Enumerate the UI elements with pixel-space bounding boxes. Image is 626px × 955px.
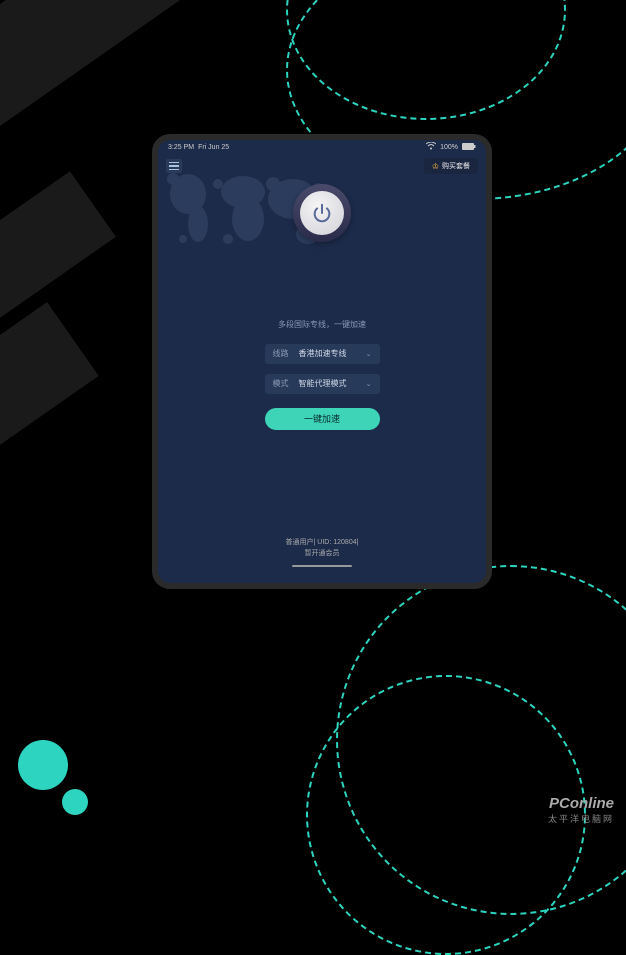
watermark-sub: 太平洋电脑网	[548, 812, 614, 825]
wifi-icon	[426, 142, 436, 152]
tagline: 多段国际专线，一键加速	[278, 319, 366, 330]
status-right: 100%	[426, 142, 476, 152]
route-selector[interactable]: 线路 香港加速专线 ⌄	[265, 344, 380, 364]
purchase-label: 购买套餐	[442, 161, 470, 171]
crown-icon: ♔	[432, 162, 439, 171]
mode-selector[interactable]: 模式 智能代理模式 ⌄	[265, 374, 380, 394]
mode-label: 模式	[273, 378, 291, 389]
bg-decoration	[62, 789, 88, 815]
status-date: Fri Jun 25	[198, 144, 229, 151]
route-label: 线路	[273, 348, 291, 359]
footer: 普通用户| UID: 120804| 暂开通会员	[158, 537, 486, 583]
mode-value: 智能代理模式	[299, 378, 358, 389]
chevron-down-icon: ⌄	[366, 380, 372, 388]
route-value: 香港加速专线	[299, 348, 358, 359]
status-left: 3:25 PM Fri Jun 25	[168, 144, 229, 151]
bg-decoration	[306, 675, 586, 955]
status-bar: 3:25 PM Fri Jun 25 100%	[158, 140, 486, 154]
battery-icon	[462, 143, 476, 152]
home-indicator[interactable]	[292, 565, 352, 567]
user-info: 普通用户| UID: 120804|	[158, 537, 486, 548]
power-icon	[311, 202, 333, 224]
power-section	[158, 184, 486, 242]
battery-percent: 100%	[440, 144, 458, 151]
chevron-down-icon: ⌄	[366, 350, 372, 358]
purchase-button[interactable]: ♔ 购买套餐	[424, 158, 478, 174]
accelerate-button[interactable]: 一键加速	[265, 408, 380, 430]
bg-decoration	[0, 302, 99, 548]
power-button-outer	[293, 184, 351, 242]
bg-decoration	[18, 740, 68, 790]
tablet-device: 3:25 PM Fri Jun 25 100% ♔ 购买套餐	[152, 134, 492, 589]
member-info: 暂开通会员	[158, 548, 486, 559]
watermark-main: PConline	[548, 795, 614, 812]
status-time: 3:25 PM	[168, 144, 194, 151]
power-button[interactable]	[300, 191, 344, 235]
watermark: PConline 太平洋电脑网	[548, 795, 614, 825]
accelerate-label: 一键加速	[304, 412, 340, 425]
